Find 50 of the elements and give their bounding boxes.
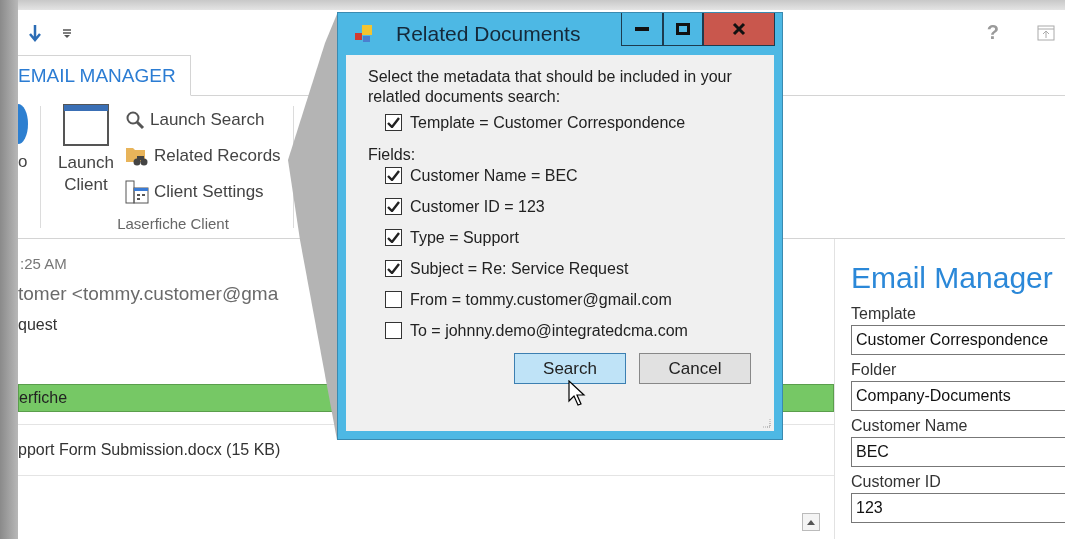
- ribbon-tab[interactable]: EMAIL MANAGER: [18, 55, 191, 96]
- message-sender: tomer <tommy.customer@gma: [18, 283, 279, 305]
- scroll-up-button[interactable]: [802, 513, 820, 531]
- maximize-icon: [676, 23, 690, 35]
- input-field[interactable]: 123: [851, 493, 1065, 523]
- settings-icon: [125, 179, 149, 204]
- panel-title: Email Manager: [851, 261, 1054, 295]
- search-icon: [125, 109, 145, 130]
- message-time: :25 AM: [20, 255, 67, 272]
- launch-client-button[interactable]: Launch Client: [53, 104, 119, 215]
- check-icon: [387, 117, 400, 128]
- checkbox-option[interactable]: Template = Customer Correspondence: [385, 107, 760, 138]
- ribbon-button[interactable]: Launch Search: [125, 104, 281, 135]
- caret-icon: [807, 519, 815, 525]
- field-label: Customer Name: [851, 417, 969, 435]
- dialog-title: Related Documents: [396, 22, 581, 46]
- checkbox-option[interactable]: Subject = Re: Service Request: [385, 253, 760, 284]
- app-icon: [354, 24, 374, 44]
- close-icon: [732, 22, 746, 36]
- ribbon-button[interactable]: Related Records: [125, 140, 281, 171]
- maximize-button[interactable]: [663, 13, 703, 46]
- field-label: Template: [851, 305, 917, 323]
- check-icon: [387, 263, 400, 274]
- check-icon: [387, 201, 400, 212]
- checkbox-option[interactable]: To = johnny.demo@integratedcma.com: [385, 315, 760, 346]
- arrow-down-icon[interactable]: [28, 23, 42, 42]
- customize-menu-icon[interactable]: [62, 27, 72, 38]
- dialog-button[interactable]: Cancel: [639, 353, 751, 384]
- minimize-button[interactable]: [621, 13, 663, 46]
- minimize-icon: [635, 27, 649, 31]
- input-field[interactable]: Customer Correspondence: [851, 325, 1065, 355]
- checkbox-option[interactable]: Type = Support: [385, 222, 760, 253]
- checkbox-option[interactable]: From = tommy.customer@gmail.com: [385, 284, 760, 315]
- check-icon: [387, 232, 400, 243]
- button-label: o: [18, 152, 29, 172]
- resize-grip-icon[interactable]: [761, 418, 771, 428]
- input-field[interactable]: BEC: [851, 437, 1065, 467]
- message-subject: quest: [18, 316, 58, 334]
- checkbox-option[interactable]: Customer ID = 123: [385, 191, 760, 222]
- mouse-cursor-icon: [568, 380, 586, 406]
- dialog-button[interactable]: Search: [514, 353, 626, 384]
- instruction-text: Select the metadata that should be included in your relatled documents search:: [368, 67, 733, 107]
- input-field[interactable]: Company-Documents: [851, 381, 1065, 411]
- group-label: Laserfiche Client: [117, 215, 229, 234]
- field-label: Folder: [851, 361, 898, 379]
- close-button[interactable]: [703, 13, 775, 46]
- window-icon: [63, 104, 109, 146]
- ribbon-button[interactable]: Client Settings: [125, 176, 281, 207]
- check-icon: [387, 170, 400, 181]
- field-label: Customer ID: [851, 473, 942, 491]
